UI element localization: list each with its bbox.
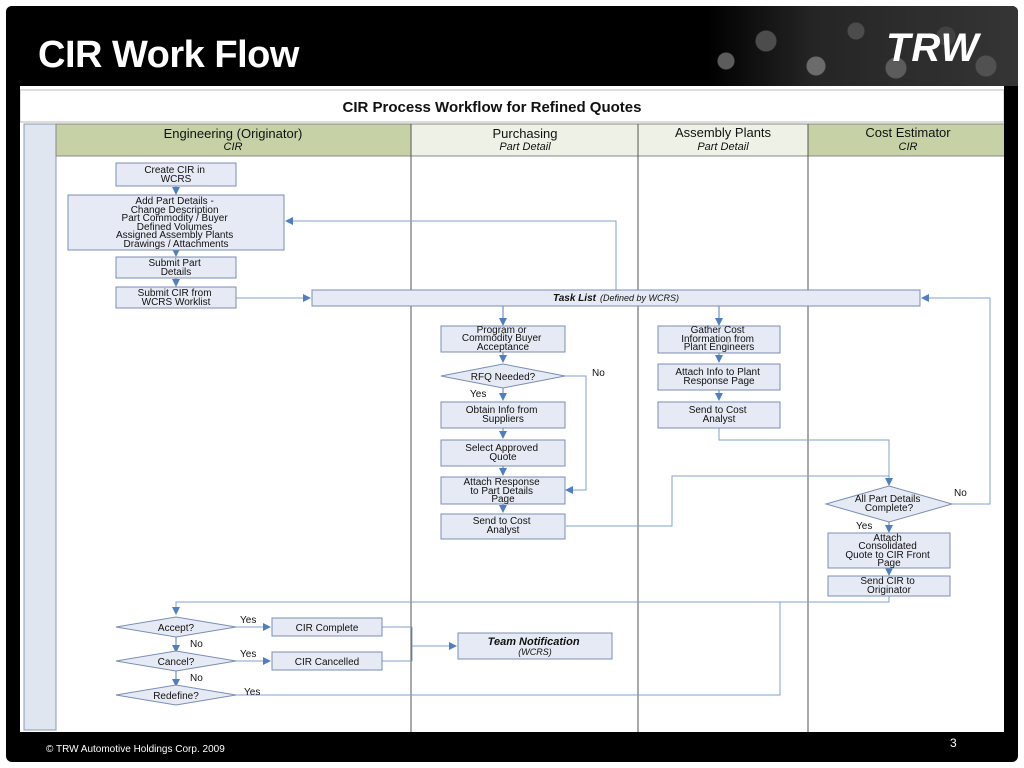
gather-cost-label: Gather Cost Information from Plant Engin… <box>681 325 757 353</box>
all-complete-yes-label: Yes <box>856 521 872 532</box>
diagram-area: CIR Process Workflow for Refined Quotes … <box>20 86 1004 732</box>
lane-subtitle-purchasing: Part Detail <box>499 141 551 153</box>
cir-complete-label: CIR Complete <box>296 623 359 634</box>
cancel-yes-label: Yes <box>240 649 256 660</box>
connector <box>564 375 587 494</box>
connector <box>382 646 413 662</box>
task-list-label: Task List (Defined by WCRS) <box>553 293 679 304</box>
lane-title-assembly: Assembly Plants <box>675 125 772 140</box>
cancel-no-label: No <box>190 673 203 684</box>
accept-label: Accept? <box>158 623 195 634</box>
add-part-details-label: Add Part Details - Change Description Pa… <box>116 196 236 250</box>
cir-cancelled-label: CIR Cancelled <box>295 657 359 668</box>
lane-title-purchasing: Purchasing <box>492 126 557 141</box>
lane-title-engineering: Engineering (Originator) <box>164 126 303 141</box>
rfq-no-label: No <box>592 368 605 379</box>
trw-logo: TRW <box>886 26 980 70</box>
send-to-originator-label: Send CIR to Originator <box>860 576 917 596</box>
connector <box>285 217 617 297</box>
connector <box>382 626 457 650</box>
title-bar: CIR Work Flow TRW <box>6 6 1018 86</box>
connector <box>172 596 890 615</box>
all-complete-no-label: No <box>954 488 967 499</box>
submit-cir-label: Submit CIR from WCRS Worklist <box>138 288 215 308</box>
lane-subtitle-engineering: CIR <box>224 141 243 153</box>
accept-yes-label: Yes <box>240 615 256 626</box>
diagram-header: CIR Process Workflow for Refined Quotes <box>343 99 642 116</box>
workflow-diagram: CIR Process Workflow for Refined Quotes … <box>20 89 1004 732</box>
redefine-yes-label: Yes <box>244 687 260 698</box>
attach-plant-label: Attach Info to Plant Response Page <box>675 367 762 387</box>
slide: CIR Work Flow TRW CIR Process Workflow f… <box>6 6 1018 762</box>
cancel-label: Cancel? <box>158 657 195 668</box>
lane-subtitle-cost-estimator: CIR <box>899 141 918 153</box>
rfq-needed-label: RFQ Needed? <box>471 372 536 383</box>
accept-no-label: No <box>190 639 203 650</box>
lane-subtitle-assembly: Part Detail <box>697 141 749 153</box>
left-margin-column <box>23 123 57 731</box>
copyright-footer: © TRW Automotive Holdings Corp. 2009 <box>46 744 225 755</box>
page-number: 3 <box>950 736 957 750</box>
connector <box>921 294 991 505</box>
redefine-label: Redefine? <box>153 691 199 702</box>
lane-title-cost-estimator: Cost Estimator <box>865 125 951 140</box>
all-details-complete-label: All Part Details Complete? <box>855 494 923 514</box>
rfq-yes-label: Yes <box>470 389 486 400</box>
slide-title: CIR Work Flow <box>38 34 299 76</box>
